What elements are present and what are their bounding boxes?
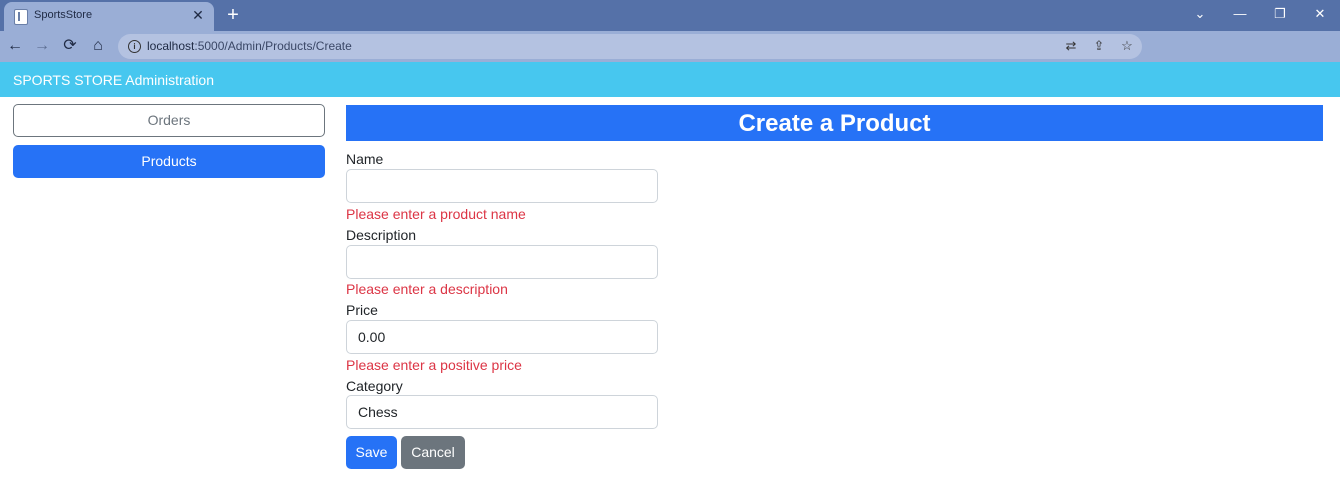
price-input[interactable]: 0.00 xyxy=(346,320,658,354)
browser-tab[interactable]: SportsStore ✕ xyxy=(4,2,214,31)
name-input[interactable] xyxy=(346,169,658,203)
price-error: Please enter a positive price xyxy=(346,357,522,373)
name-error: Please enter a product name xyxy=(346,206,526,222)
save-button[interactable]: Save xyxy=(346,436,397,469)
browser-tabbar: SportsStore ✕ + ⌄ — ❐ ✕ xyxy=(0,0,1340,31)
tab-search-icon[interactable]: ⌄ xyxy=(1190,6,1210,22)
description-label: Description xyxy=(346,227,417,243)
home-icon[interactable]: ⌂ xyxy=(87,35,109,57)
app-header: SPORTS STORE Administration xyxy=(0,62,1340,97)
tab-close-icon[interactable]: ✕ xyxy=(190,7,206,23)
category-input[interactable]: Chess xyxy=(346,395,658,429)
browser-navbar: ← → ⟳ ⌂ i localhost:5000/Admin/Products/… xyxy=(0,31,1340,62)
sidebar-item-orders[interactable]: Orders xyxy=(13,104,325,137)
url-text: localhost:5000/Admin/Products/Create xyxy=(147,39,352,53)
page-title: Create a Product xyxy=(346,105,1323,141)
info-icon[interactable]: i xyxy=(128,40,141,53)
sidebar-item-products[interactable]: Products xyxy=(13,145,325,178)
close-window-button[interactable]: ✕ xyxy=(1310,6,1330,22)
address-bar[interactable]: i localhost:5000/Admin/Products/Create ⇄… xyxy=(118,34,1142,59)
tab-title: SportsStore xyxy=(34,9,93,21)
translate-icon[interactable]: ⇄ xyxy=(1063,38,1079,54)
category-label: Category xyxy=(346,378,403,394)
back-arrow-icon[interactable]: ← xyxy=(4,35,26,57)
restore-button[interactable]: ❐ xyxy=(1270,6,1290,22)
app-brand: SPORTS STORE Administration xyxy=(13,72,214,88)
new-tab-button[interactable]: + xyxy=(222,4,244,26)
star-icon[interactable]: ☆ xyxy=(1119,38,1135,54)
favicon-icon xyxy=(14,9,28,25)
forward-arrow-icon[interactable]: → xyxy=(31,35,53,57)
minimize-button[interactable]: — xyxy=(1230,6,1250,22)
reload-icon[interactable]: ⟳ xyxy=(59,35,81,57)
name-label: Name xyxy=(346,151,384,167)
cancel-button[interactable]: Cancel xyxy=(401,436,465,469)
price-label: Price xyxy=(346,302,378,318)
description-input[interactable] xyxy=(346,245,658,279)
share-icon[interactable]: ⇪ xyxy=(1091,38,1107,54)
description-error: Please enter a description xyxy=(346,281,508,297)
